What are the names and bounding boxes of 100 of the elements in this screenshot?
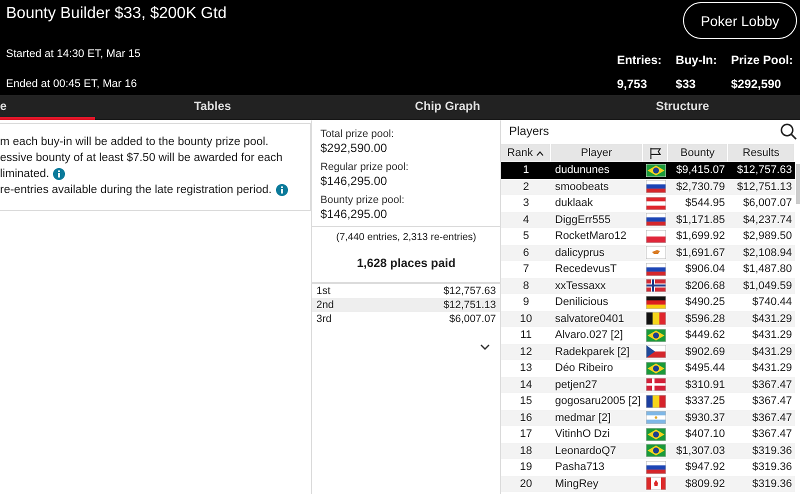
start-time: Started at 14:30 ET, Mar 15 <box>6 48 142 60</box>
player-row[interactable]: 13 Déo Ribeiro $495.44 $431.29 <box>501 360 795 376</box>
player-name: petjen27 <box>554 378 598 391</box>
rank-cell-text: 9 <box>522 296 530 308</box>
stat-label: Entries: <box>616 53 662 67</box>
player-row[interactable]: 9 Denilicious $490.25 $740.44 <box>501 294 795 310</box>
rank-cell-text: 6 <box>522 246 530 259</box>
player-row[interactable]: 7 RecedevusT $906.04 $1,487.80 <box>501 261 795 278</box>
result-cell-text: $367.47 <box>751 412 793 424</box>
chevron-down-icon[interactable] <box>480 344 490 350</box>
result-cell-text: $367.47 <box>751 378 793 391</box>
result-cell-text: $2,989.50 <box>742 230 793 242</box>
info-text: m each buy-in will be added to the bounty prize pool. <box>0 135 268 150</box>
player-row[interactable]: 16 medmar [2] $930.37 $367.47 <box>501 410 795 426</box>
player-row[interactable]: 20 MingRey $809.92 $319.36 <box>501 476 795 492</box>
player-name: RocketMaro12 <box>554 230 628 242</box>
info-icon[interactable] <box>276 184 288 196</box>
tab[interactable]: e <box>0 95 95 120</box>
result-cell-text: $431.29 <box>751 346 793 358</box>
result-cell-text: $367.47 <box>751 428 793 440</box>
stat-label: Prize Pool: <box>730 53 793 67</box>
player-row[interactable]: 8 xxTessaxx $206.68 $1,049.59 <box>501 278 795 294</box>
rank-cell-text: 2 <box>522 180 530 193</box>
player-name: Déo Ribeiro <box>554 362 614 374</box>
prize-pool-label: Regular prize pool: <box>320 160 410 174</box>
prize-pool-label: Total prize pool: <box>320 127 395 141</box>
player-row[interactable]: 17 VitinhO Dzi $407.10 $367.47 <box>501 426 795 442</box>
result-cell-text: $367.47 <box>751 395 793 408</box>
info-icon[interactable] <box>53 168 66 180</box>
bounty-cell-text: $544.95 <box>684 197 726 210</box>
player-row[interactable]: 19 Pasha713 $947.92 $319.36 <box>501 459 795 476</box>
player-row[interactable]: 2 smoobeats $2,730.79 $12,751.13 <box>501 178 795 195</box>
player-row[interactable]: 4 DiggErr555 $1,171.85 $4,237.74 <box>501 212 795 228</box>
bounty-cell-text: $809.92 <box>684 478 726 490</box>
player-name: medmar [2] <box>554 412 612 424</box>
player-name: Radekparek [2] <box>554 346 631 358</box>
tournament-title: Bounty Builder $33, $200K Gtd <box>6 4 227 24</box>
result-cell-text: $2,108.94 <box>742 246 793 259</box>
player-name: duklaak <box>554 197 594 210</box>
player-row[interactable]: 14 petjen27 $310.91 $367.47 <box>501 376 795 393</box>
bounty-cell-text: $310.91 <box>684 378 726 391</box>
rank-cell-text: 18 <box>518 444 534 457</box>
player-name: Pasha713 <box>554 461 606 474</box>
player-name: dalicyprus <box>554 246 606 259</box>
rank-cell-text: 15 <box>518 395 534 408</box>
bounty-cell-text: $1,691.67 <box>675 246 726 259</box>
rank-cell-text: 11 <box>519 329 533 342</box>
rank-cell-text: 8 <box>522 280 530 292</box>
rank-cell-text: 1 <box>522 164 530 176</box>
player-row[interactable]: 6 dalicyprus $1,691.67 $2,108.94 <box>501 244 795 261</box>
result-cell-text: $6,007.07 <box>742 197 793 210</box>
rank-cell-text: 16 <box>518 412 534 424</box>
players-title: Players <box>509 124 550 138</box>
tab[interactable]: Tables <box>95 95 330 120</box>
prize-pool-value: $146,295.00 <box>320 207 388 222</box>
player-row[interactable]: 3 duklaak $544.95 $6,007.07 <box>501 195 795 212</box>
info-text: re-entries available during the late registration period. <box>0 183 272 198</box>
player-name: Alvaro.027 [2] <box>554 329 624 342</box>
poker-lobby-button[interactable]: Poker Lobby <box>683 2 797 39</box>
player-name: VitinhO Dzi <box>554 428 611 440</box>
player-row[interactable]: 15 gogosaru2005 [2] $337.25 $367.47 <box>501 393 795 410</box>
result-cell-text: $431.29 <box>751 329 793 342</box>
prize-pool-value: $146,295.00 <box>320 174 388 189</box>
payout-place: 1st <box>316 284 330 298</box>
bounty-cell-text: $902.69 <box>684 346 726 358</box>
player-name: salvatore0401 <box>554 312 626 325</box>
tab[interactable]: Structure <box>565 95 800 120</box>
rank-cell-text: 13 <box>518 362 534 374</box>
player-name: Denilicious <box>554 296 610 308</box>
player-row[interactable]: 18 LeonardoQ7 $1,307.03 $319.36 <box>501 442 795 459</box>
bounty-cell-text: $490.25 <box>684 296 726 308</box>
payout-amount: $6,007.07 <box>449 312 496 326</box>
player-row[interactable]: 1 dudununes $9,415.07 $12,757.63 <box>501 162 795 178</box>
bounty-cell-text: $9,415.07 <box>675 164 726 176</box>
rank-cell-text: 3 <box>522 197 530 210</box>
scrollbar[interactable] <box>796 164 800 204</box>
tab[interactable]: Chip Graph <box>330 95 565 120</box>
bounty-cell-text: $947.92 <box>684 461 726 474</box>
result-cell-text: $319.36 <box>751 478 793 490</box>
payout-place: 3rd <box>316 312 332 326</box>
payout-amount: $12,757.63 <box>443 284 496 298</box>
player-row[interactable]: 10 salvatore0401 $596.28 $431.29 <box>501 310 795 327</box>
result-cell-text: $740.44 <box>751 296 793 308</box>
result-cell-text: $431.29 <box>751 362 793 374</box>
player-row[interactable]: 11 Alvaro.027 [2] $449.62 $431.29 <box>501 327 795 344</box>
bounty-cell-text: $1,307.03 <box>675 444 726 457</box>
rank-cell-text: 17 <box>518 428 534 440</box>
rank-cell-text: 19 <box>518 461 534 474</box>
end-time: Ended at 00:45 ET, Mar 16 <box>6 78 138 90</box>
bounty-cell-text: $2,730.79 <box>675 180 726 193</box>
player-name: dudununes <box>554 164 610 176</box>
rank-cell-text: 20 <box>518 478 534 490</box>
player-row[interactable]: 5 RocketMaro12 $1,699.92 $2,989.50 <box>501 228 795 244</box>
search-icon[interactable] <box>780 122 797 140</box>
player-row[interactable]: 12 Radekparek [2] $902.69 $431.29 <box>501 344 795 360</box>
rank-cell-text: 4 <box>522 214 530 226</box>
result-cell-text: $1,487.80 <box>742 263 793 276</box>
payout-place: 2nd <box>316 298 334 312</box>
bounty-cell-text: $449.62 <box>684 329 726 342</box>
player-name: DiggErr555 <box>554 214 612 226</box>
